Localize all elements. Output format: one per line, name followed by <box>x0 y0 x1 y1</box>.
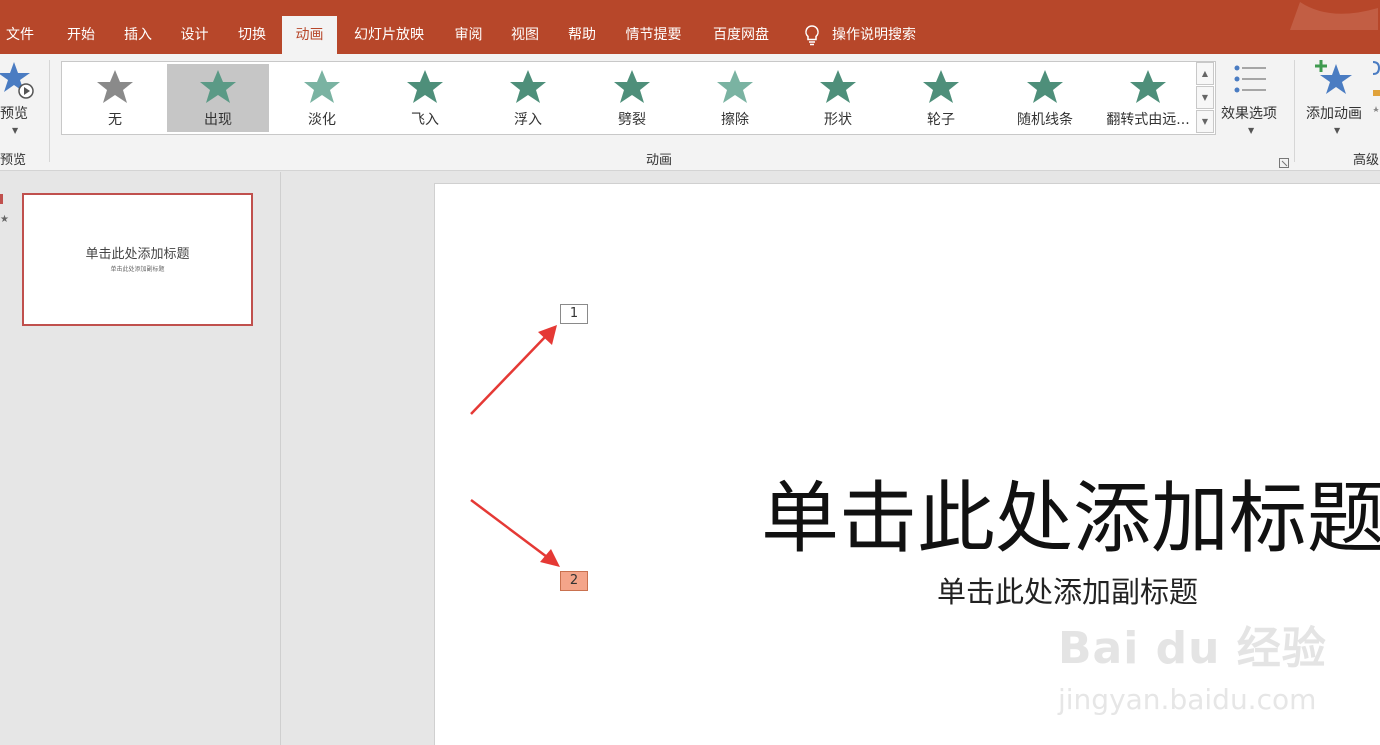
add-animation-label[interactable]: 添加动画 <box>1306 103 1362 123</box>
ribbon-decoration-icon <box>1290 2 1378 30</box>
tab-home[interactable]: 开始 <box>52 16 110 54</box>
slide-thumbnails-pane: ★ 单击此处添加标题 单击此处添加副标题 <box>0 172 281 745</box>
group-separator <box>49 60 50 162</box>
gallery-item-label: 轮子 <box>927 112 955 128</box>
animation-star-icon <box>614 70 650 103</box>
gallery-item-label: 形状 <box>824 112 852 128</box>
gallery-item[interactable]: 形状 <box>787 64 889 132</box>
advanced-pane-icons[interactable] <box>1370 60 1380 120</box>
tab-review[interactable]: 审阅 <box>441 16 496 54</box>
effect-options-label[interactable]: 效果选项 <box>1221 103 1277 123</box>
slide-title-placeholder[interactable]: 单击此处添加标题 <box>761 456 1380 568</box>
gallery-more-button[interactable]: ▼ <box>1196 110 1214 133</box>
gallery-item[interactable]: 翻转式由远... <box>1097 64 1199 132</box>
animation-star-icon <box>97 70 133 103</box>
tab-insert[interactable]: 插入 <box>110 16 166 54</box>
gallery-scroll: ▲ ▼ ▼ <box>1196 62 1214 134</box>
gallery-item[interactable]: 随机线条 <box>994 64 1096 132</box>
slide-subtitle-placeholder[interactable]: 单击此处添加副标题 <box>937 569 1198 611</box>
slide-number-marker <box>0 194 3 204</box>
gallery-item[interactable]: 劈裂 <box>581 64 683 132</box>
gallery-item[interactable]: 淡化 <box>271 64 373 132</box>
animation-order-badge-1[interactable]: 1 <box>560 304 588 324</box>
animation-star-icon <box>820 70 856 103</box>
gallery-item-label: 浮入 <box>514 112 542 128</box>
tab-animations[interactable]: 动画 <box>282 16 337 54</box>
animation-star-icon <box>717 70 753 103</box>
tab-slideshow[interactable]: 幻灯片放映 <box>339 16 439 54</box>
preview-dropdown-icon[interactable]: ▼ <box>12 126 18 135</box>
group-label-animation: 动画 <box>646 153 673 168</box>
tab-help[interactable]: 帮助 <box>554 16 610 54</box>
animation-star-icon <box>923 70 959 103</box>
add-animation-star-icon[interactable] <box>1312 58 1356 100</box>
preview-label[interactable]: 预览 <box>0 103 28 123</box>
animations-ribbon: 预览 ▼ 预览 无 出现 淡化 飞入 浮入 劈裂 擦除 形状 轮子 随机线条 翻转式由远... ▲ … <box>0 54 1380 171</box>
gallery-item-label: 随机线条 <box>1017 112 1073 128</box>
gallery-item-label: 劈裂 <box>618 112 646 128</box>
add-animation-dropdown-icon[interactable]: ▼ <box>1334 126 1340 135</box>
preview-button[interactable] <box>0 60 36 102</box>
gallery-item-label: 飞入 <box>411 112 439 128</box>
gallery-item-label: 无 <box>108 112 122 128</box>
gallery-item[interactable]: 飞入 <box>374 64 476 132</box>
gallery-item[interactable]: 浮入 <box>477 64 579 132</box>
animation-star-icon <box>1027 70 1063 103</box>
gallery-item-label: 出现 <box>204 112 232 128</box>
gallery-item-label: 擦除 <box>721 112 749 128</box>
gallery-item-label: 翻转式由远... <box>1106 112 1190 128</box>
gallery-item[interactable]: 无 <box>64 64 166 132</box>
gallery-item[interactable]: 出现 <box>167 64 269 132</box>
animation-star-icon <box>304 70 340 103</box>
gallery-item-label: 淡化 <box>308 112 336 128</box>
dialog-launcher-icon[interactable] <box>1279 153 1289 168</box>
baidu-watermark-logo: Bai du 经验 <box>1058 623 1327 674</box>
gallery-scroll-up-button[interactable]: ▲ <box>1196 62 1214 85</box>
animation-indicator-icon: ★ <box>0 214 9 225</box>
gallery-scroll-down-button[interactable]: ▼ <box>1196 86 1214 109</box>
ribbon-tab-bar: 文件 开始 插入 设计 切换 动画 幻灯片放映 审阅 视图 帮助 情节提要 百度… <box>0 0 1380 54</box>
tab-view[interactable]: 视图 <box>497 16 553 54</box>
lightbulb-icon[interactable] <box>802 24 822 46</box>
thumbnail-subtitle: 单击此处添加副标题 <box>110 266 165 273</box>
animation-star-icon <box>200 70 236 103</box>
preview-star-icon <box>0 62 34 99</box>
effect-options-dropdown-icon[interactable]: ▼ <box>1248 126 1254 135</box>
tab-file[interactable]: 文件 <box>0 16 40 54</box>
animation-star-icon <box>510 70 546 103</box>
animation-gallery[interactable]: 无 出现 淡化 飞入 浮入 劈裂 擦除 形状 轮子 随机线条 翻转式由远... <box>61 61 1216 135</box>
group-label-advanced: 高级 <box>1353 153 1380 168</box>
animation-star-icon <box>407 70 443 103</box>
tab-design[interactable]: 设计 <box>166 16 223 54</box>
animation-order-badge-2[interactable]: 2 <box>560 571 588 591</box>
tab-storyboard[interactable]: 情节提要 <box>611 16 696 54</box>
slide-thumbnail[interactable]: 单击此处添加标题 单击此处添加副标题 <box>22 193 253 326</box>
tab-baidu-netdisk[interactable]: 百度网盘 <box>698 16 784 54</box>
baidu-watermark-url: jingyan.baidu.com <box>1058 683 1317 716</box>
effect-options-icon[interactable] <box>1232 64 1268 96</box>
gallery-item[interactable]: 擦除 <box>684 64 786 132</box>
animation-star-icon <box>1130 70 1166 103</box>
gallery-item[interactable]: 轮子 <box>890 64 992 132</box>
group-label-preview: 预览 <box>0 153 27 168</box>
thumbnail-title: 单击此处添加标题 <box>85 247 190 262</box>
tell-me-search[interactable]: 操作说明搜索 <box>832 16 928 54</box>
tab-transitions[interactable]: 切换 <box>223 16 281 54</box>
group-separator <box>1294 60 1295 162</box>
